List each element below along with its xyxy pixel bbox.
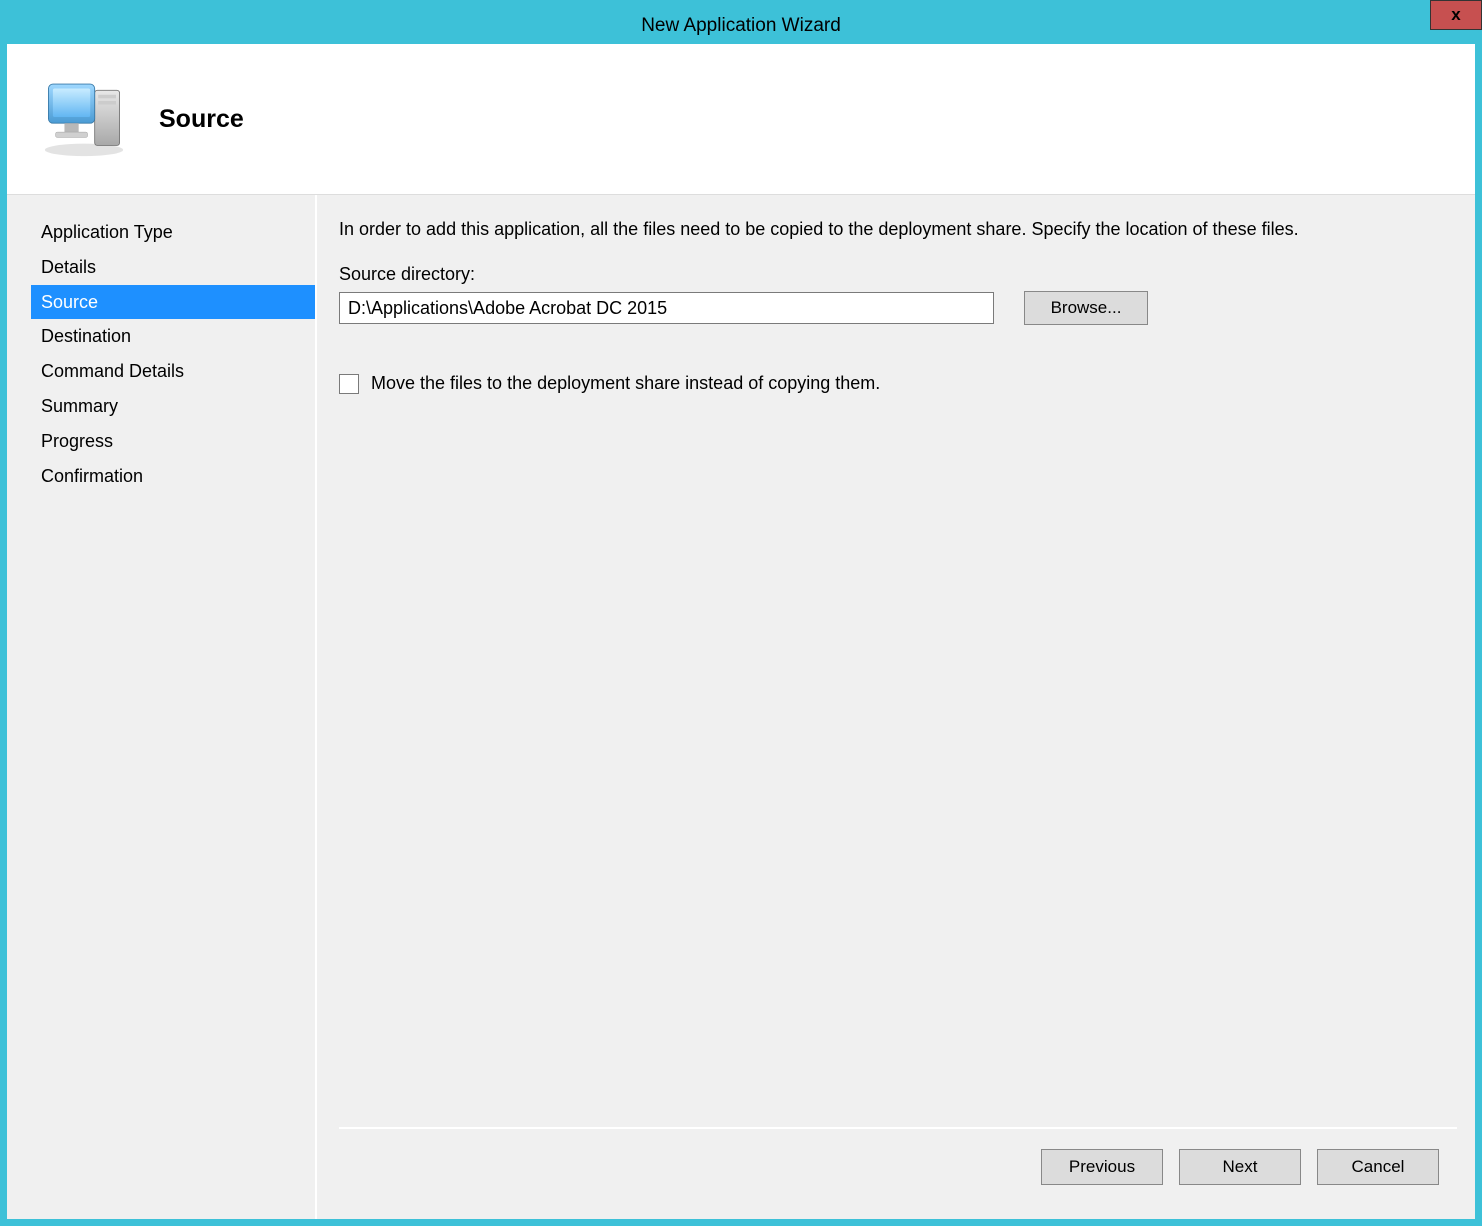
sidebar: Application Type Details Source Destinat… bbox=[7, 195, 315, 1219]
sidebar-item-application-type[interactable]: Application Type bbox=[31, 215, 315, 250]
sidebar-item-confirmation[interactable]: Confirmation bbox=[31, 459, 315, 494]
sidebar-item-source[interactable]: Source bbox=[31, 285, 315, 320]
close-icon: x bbox=[1451, 5, 1460, 25]
wizard-window: New Application Wizard x bbox=[0, 0, 1482, 1226]
main-inner: In order to add this application, all th… bbox=[339, 217, 1457, 1127]
page-title: Source bbox=[159, 105, 244, 134]
move-files-row: Move the files to the deployment share i… bbox=[339, 373, 1457, 394]
move-files-checkbox[interactable] bbox=[339, 374, 359, 394]
sidebar-item-details[interactable]: Details bbox=[31, 250, 315, 285]
header-area: Source bbox=[7, 44, 1475, 194]
window-title: New Application Wizard bbox=[641, 15, 841, 37]
move-files-label: Move the files to the deployment share i… bbox=[371, 373, 880, 394]
source-dir-row: Browse... bbox=[339, 291, 1457, 325]
sidebar-item-progress[interactable]: Progress bbox=[31, 424, 315, 459]
next-button[interactable]: Next bbox=[1179, 1149, 1301, 1185]
footer: Previous Next Cancel bbox=[339, 1127, 1457, 1199]
computer-icon bbox=[39, 77, 129, 161]
instruction-text: In order to add this application, all th… bbox=[339, 217, 1457, 242]
sidebar-item-command-details[interactable]: Command Details bbox=[31, 354, 315, 389]
source-dir-input[interactable] bbox=[339, 292, 994, 324]
browse-button[interactable]: Browse... bbox=[1024, 291, 1148, 325]
source-dir-label: Source directory: bbox=[339, 264, 1457, 285]
sidebar-item-summary[interactable]: Summary bbox=[31, 389, 315, 424]
main-content: In order to add this application, all th… bbox=[315, 195, 1475, 1219]
close-button[interactable]: x bbox=[1430, 0, 1482, 30]
sidebar-item-destination[interactable]: Destination bbox=[31, 319, 315, 354]
previous-button[interactable]: Previous bbox=[1041, 1149, 1163, 1185]
body-area: Application Type Details Source Destinat… bbox=[7, 194, 1475, 1219]
titlebar: New Application Wizard x bbox=[7, 7, 1475, 44]
cancel-button[interactable]: Cancel bbox=[1317, 1149, 1439, 1185]
